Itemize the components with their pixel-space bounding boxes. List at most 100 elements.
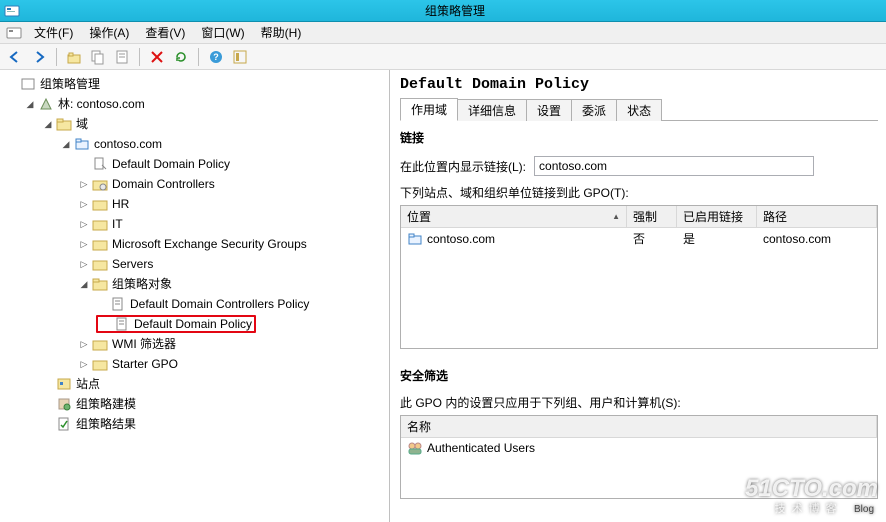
app-icon xyxy=(4,3,20,19)
tab-details[interactable]: 详细信息 xyxy=(457,99,527,121)
tree-forest[interactable]: ◢ 林: contoso.com xyxy=(24,95,145,113)
tab-scope[interactable]: 作用域 xyxy=(400,98,458,121)
menu-bar: 文件(F) 操作(A) 查看(V) 窗口(W) 帮助(H) xyxy=(0,22,886,44)
gpo-icon xyxy=(110,296,126,312)
tree-ou-servers[interactable]: ▷ Servers xyxy=(78,255,153,273)
spacer xyxy=(42,378,54,390)
table-row[interactable]: contoso.com 否 是 contoso.com xyxy=(401,228,877,249)
tree-results[interactable]: 组策略结果 xyxy=(42,415,136,433)
cell-name: Authenticated Users xyxy=(427,441,535,455)
tree-label: 域 xyxy=(76,115,88,133)
help-button[interactable]: ? xyxy=(205,46,227,68)
menu-window[interactable]: 窗口(W) xyxy=(193,22,252,43)
security-grid[interactable]: 名称 Authenticated Users xyxy=(400,415,878,499)
col-path[interactable]: 路径 xyxy=(757,206,877,228)
security-grid-body: Authenticated Users xyxy=(401,438,877,498)
tree-gpo-ddcp[interactable]: Default Domain Controllers Policy xyxy=(96,295,309,313)
copy-button[interactable] xyxy=(87,46,109,68)
collapse-icon[interactable]: ◢ xyxy=(24,98,36,110)
tree-gpo-ddp-selected[interactable]: Default Domain Policy xyxy=(96,315,256,333)
cell-enabled: 是 xyxy=(677,228,757,249)
expand-icon[interactable]: ▷ xyxy=(78,338,90,350)
expand-icon[interactable]: ▷ xyxy=(78,218,90,230)
tab-delegation[interactable]: 委派 xyxy=(571,99,617,121)
tree-wmi[interactable]: ▷ WMI 筛选器 xyxy=(78,335,176,353)
svg-text:?: ? xyxy=(213,52,219,62)
cell-location: contoso.com xyxy=(427,232,495,246)
sort-indicator-icon: ▲ xyxy=(612,212,620,221)
links-list-label: 下列站点、域和组织单位链接到此 GPO(T): xyxy=(400,184,629,201)
folder-icon xyxy=(56,116,72,132)
expand-icon[interactable]: ▷ xyxy=(78,258,90,270)
tree-label: Domain Controllers xyxy=(112,175,215,193)
menu-help[interactable]: 帮助(H) xyxy=(253,22,310,43)
expand-icon[interactable] xyxy=(6,78,18,90)
cell-enforced: 否 xyxy=(627,228,677,249)
col-name[interactable]: 名称 xyxy=(401,416,877,438)
separator xyxy=(56,48,57,66)
links-grid[interactable]: 位置▲ 强制 已启用链接 路径 contoso.com 否 是 contoso.… xyxy=(400,205,878,349)
tree-modeling[interactable]: 组策略建模 xyxy=(42,395,136,413)
table-row[interactable]: Authenticated Users xyxy=(401,438,877,458)
tree-ou-it[interactable]: ▷ IT xyxy=(78,215,123,233)
tree-ou-dc[interactable]: ▷ Domain Controllers xyxy=(78,175,215,193)
collapse-icon[interactable]: ◢ xyxy=(60,138,72,150)
domain-icon xyxy=(74,136,90,152)
links-grid-body: contoso.com 否 是 contoso.com xyxy=(401,228,877,348)
tree-ou-hr[interactable]: ▷HR xyxy=(78,195,129,213)
spacer xyxy=(78,158,90,170)
col-location[interactable]: 位置▲ xyxy=(401,206,627,228)
security-grid-header: 名称 xyxy=(401,416,877,438)
expand-icon[interactable]: ▷ xyxy=(78,178,90,190)
sites-icon xyxy=(56,376,72,392)
tree-label: IT xyxy=(112,215,123,233)
expand-icon[interactable]: ▷ xyxy=(78,198,90,210)
tree-pane[interactable]: 组策略管理 ◢ 林: contoso.com ◢ xyxy=(0,70,390,522)
tree-label: 组策略对象 xyxy=(112,275,172,293)
tab-status[interactable]: 状态 xyxy=(616,99,662,121)
tree-gpo-container[interactable]: ◢ 组策略对象 xyxy=(78,275,172,293)
tree-gpo-link-ddp[interactable]: Default Domain Policy xyxy=(78,155,230,173)
tree-sites[interactable]: 站点 xyxy=(42,375,100,393)
security-desc: 此 GPO 内的设置只应用于下列组、用户和计算机(S): xyxy=(400,394,681,411)
cell-path: contoso.com xyxy=(757,228,877,249)
forward-button[interactable] xyxy=(28,46,50,68)
tab-settings[interactable]: 设置 xyxy=(526,99,572,121)
tree-label: Servers xyxy=(112,255,153,273)
tree-label: 林: contoso.com xyxy=(58,95,145,113)
links-location-label: 在此位置内显示链接(L): xyxy=(400,158,526,175)
back-button[interactable] xyxy=(4,46,26,68)
detail-heading: Default Domain Policy xyxy=(400,76,878,93)
gpo-icon xyxy=(114,316,130,332)
domain-icon xyxy=(407,231,423,247)
expand-icon[interactable]: ▷ xyxy=(78,358,90,370)
tree-label: 组策略结果 xyxy=(76,415,136,433)
delete-button[interactable] xyxy=(146,46,168,68)
menu-view[interactable]: 查看(V) xyxy=(137,22,193,43)
menu-file[interactable]: 文件(F) xyxy=(26,22,81,43)
expand-icon[interactable]: ▷ xyxy=(78,238,90,250)
tab-bar: 作用域 详细信息 设置 委派 状态 xyxy=(400,97,878,121)
menu-action[interactable]: 操作(A) xyxy=(81,22,137,43)
forest-icon xyxy=(38,96,54,112)
tree-starter[interactable]: ▷Starter GPO xyxy=(78,355,178,373)
collapse-icon[interactable]: ◢ xyxy=(78,278,90,290)
folder-icon xyxy=(92,356,108,372)
collapse-icon[interactable]: ◢ xyxy=(42,118,54,130)
tree-label: 组策略管理 xyxy=(40,75,100,93)
col-enforced[interactable]: 强制 xyxy=(627,206,677,228)
properties-button[interactable] xyxy=(111,46,133,68)
up-button[interactable] xyxy=(63,46,85,68)
refresh-button[interactable] xyxy=(170,46,192,68)
tree-root[interactable]: 组策略管理 xyxy=(6,75,100,93)
results-icon xyxy=(56,416,72,432)
col-enabled[interactable]: 已启用链接 xyxy=(677,206,757,228)
tree-domains[interactable]: ◢ 域 xyxy=(42,115,88,133)
links-location-input[interactable] xyxy=(534,156,814,176)
export-button[interactable] xyxy=(229,46,251,68)
tree-domain[interactable]: ◢ contoso.com xyxy=(60,135,162,153)
mmc-icon xyxy=(6,25,22,41)
tree-ou-mesg[interactable]: ▷Microsoft Exchange Security Groups xyxy=(78,235,307,253)
security-section-title: 安全筛选 xyxy=(400,367,878,384)
tree-label: WMI 筛选器 xyxy=(112,335,176,353)
